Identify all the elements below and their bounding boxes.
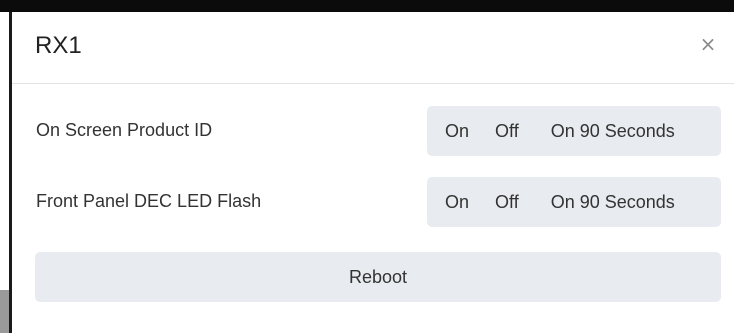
- setting-row-on-screen-product-id: On Screen Product ID On Off On 90 Second…: [12, 106, 734, 156]
- option-on-90-seconds[interactable]: On 90 Seconds: [551, 192, 675, 213]
- option-off[interactable]: Off: [495, 192, 519, 213]
- setting-label: Front Panel DEC LED Flash: [36, 191, 262, 211]
- backdrop-stripe: [0, 12, 9, 333]
- option-off[interactable]: Off: [495, 121, 519, 142]
- backdrop-top: [0, 0, 734, 12]
- segmented-control: On Off On 90 Seconds: [427, 177, 721, 227]
- option-on[interactable]: On: [445, 121, 469, 142]
- close-icon[interactable]: ×: [698, 34, 718, 54]
- settings-modal: RX1 × On Screen Product ID On Off On 90 …: [12, 12, 734, 333]
- option-on-90-seconds[interactable]: On 90 Seconds: [551, 121, 675, 142]
- option-on[interactable]: On: [445, 192, 469, 213]
- modal-header: RX1 ×: [12, 12, 734, 84]
- setting-row-front-panel-dec-led-flash: Front Panel DEC LED Flash On Off On 90 S…: [12, 177, 734, 227]
- backdrop-shard: [0, 290, 9, 333]
- segmented-control: On Off On 90 Seconds: [427, 106, 721, 156]
- backdrop-left: [0, 12, 12, 333]
- modal-title: RX1: [35, 32, 82, 59]
- reboot-button[interactable]: Reboot: [35, 252, 721, 302]
- setting-label: On Screen Product ID: [36, 120, 213, 140]
